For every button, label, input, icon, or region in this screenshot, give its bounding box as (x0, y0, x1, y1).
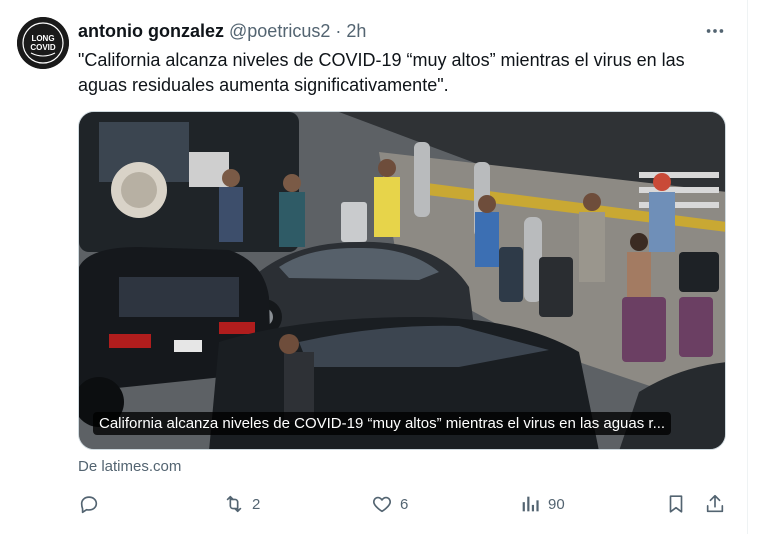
link-card-media[interactable]: California alcanza niveles de COVID-19 “… (78, 111, 726, 450)
svg-text:COVID: COVID (30, 43, 56, 52)
link-card-title: California alcanza niveles de COVID-19 “… (93, 412, 672, 435)
share-button[interactable] (704, 489, 726, 519)
author-handle[interactable]: @poetricus2 (229, 21, 330, 41)
retweet-button[interactable]: 2 (223, 489, 260, 519)
action-bar: 2 6 90 (78, 489, 728, 519)
separator: · (335, 21, 342, 41)
bookmark-button[interactable] (665, 489, 687, 519)
author-name[interactable]: antonio gonzalez (78, 21, 224, 41)
share-icon (706, 494, 724, 513)
tweet-text: "California alcanza niveles de COVID-19 … (78, 50, 685, 95)
retweet-count: 2 (252, 495, 261, 513)
reply-icon (80, 496, 98, 514)
views-button[interactable]: 90 (519, 489, 565, 519)
tweet-header: antonio gonzalez @poetricus2 · 2h (78, 20, 366, 42)
like-icon (373, 496, 391, 513)
reply-button[interactable] (78, 489, 107, 519)
like-count: 6 (400, 495, 409, 513)
retweet-icon (226, 495, 242, 513)
more-icon[interactable] (702, 18, 728, 44)
timestamp[interactable]: 2h (346, 21, 366, 41)
airport-curbside-photo (79, 112, 725, 449)
tweet-card[interactable]: LONG COVID antonio gonzalez @poetricus2 … (0, 0, 748, 534)
like-button[interactable]: 6 (371, 489, 408, 519)
svg-text:LONG: LONG (31, 34, 54, 43)
avatar[interactable]: LONG COVID (17, 17, 69, 69)
bookmark-icon (669, 495, 683, 513)
views-icon (522, 496, 539, 512)
views-count: 90 (548, 495, 565, 513)
link-source[interactable]: De latimes.com (78, 458, 181, 475)
